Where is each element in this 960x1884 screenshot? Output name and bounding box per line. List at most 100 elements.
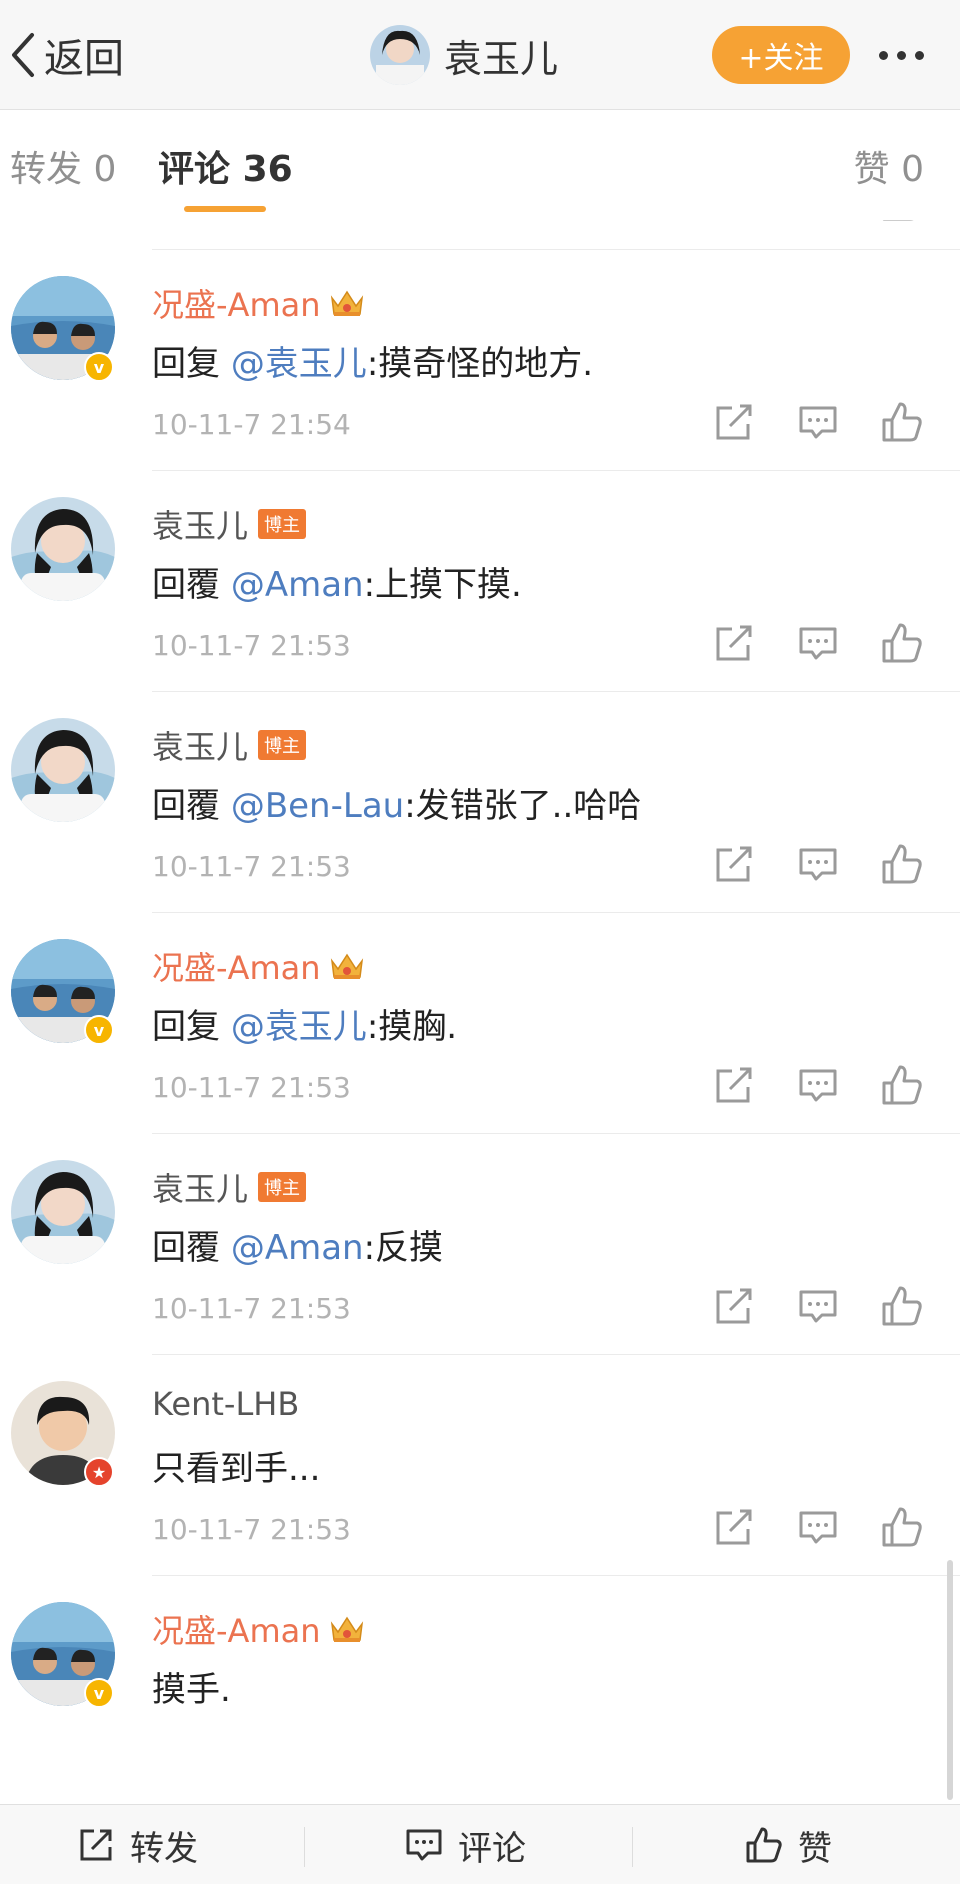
comment-item[interactable]: v 况盛-Aman 回复 @袁玉儿:摸胸. 10-11-7 21:53 — [0, 913, 960, 1134]
back-button[interactable]: 返回 — [6, 24, 124, 86]
reply-comment-button[interactable] — [796, 400, 840, 444]
comment-item[interactable]: 回覆 @Aman:假装不知道 ....奇怪的地方是哪?10-11-7 21:55 — [0, 220, 960, 250]
divider — [632, 1827, 633, 1867]
author-name: 袁玉儿 — [152, 507, 249, 545]
author-name: 况盛-Aman — [152, 949, 321, 987]
comment-author[interactable]: 况盛-Aman — [152, 280, 365, 326]
reply-comment-button[interactable] — [796, 621, 840, 665]
comment-timestamp: 10-11-7 21:53 — [152, 1292, 351, 1325]
like-comment-button[interactable] — [880, 400, 924, 444]
thumbs-up-icon — [880, 1065, 924, 1111]
share-comment-button[interactable] — [712, 400, 756, 444]
author-name: 况盛-Aman — [152, 1612, 321, 1650]
author-name: 况盛-Aman — [152, 286, 321, 324]
reply-prefix: 回覆 — [152, 1228, 231, 1268]
scrollbar[interactable] — [947, 1560, 953, 1800]
like-comment-button[interactable] — [880, 220, 924, 223]
thumbs-up-icon — [880, 1286, 924, 1332]
tab-comment[interactable]: 评论 36 — [158, 140, 293, 192]
tab-repost[interactable]: 转发 0 — [10, 140, 116, 192]
comment-item[interactable]: v 况盛-Aman 摸手. — [0, 1576, 960, 1797]
reply-prefix: 回覆 — [152, 786, 231, 826]
comment-author[interactable]: 袁玉儿 博主 — [152, 722, 307, 768]
mention-link[interactable]: @Aman — [231, 1228, 364, 1268]
comment-button[interactable]: 评论 — [404, 1805, 526, 1884]
more-dot-icon — [878, 50, 888, 60]
vip-crown-icon — [330, 290, 363, 316]
comment-body: 只看到手... — [152, 1449, 321, 1489]
comment-body: 摸手. — [152, 1670, 231, 1710]
like-button[interactable]: 赞 — [744, 1805, 832, 1884]
tab-comment-label: 评论 — [158, 149, 231, 190]
more-dot-icon — [914, 50, 924, 60]
share-comment-button[interactable] — [712, 842, 756, 886]
comment-author[interactable]: 袁玉儿 博主 — [152, 501, 307, 547]
comment-item[interactable]: 袁玉儿 博主 回覆 @Ben-Lau:发错张了..哈哈 10-11-7 21:53 — [0, 692, 960, 913]
thumbs-up-icon — [880, 623, 924, 669]
comment-label: 评论 — [458, 1828, 526, 1869]
tab-like[interactable]: 赞 0 — [854, 140, 924, 192]
profile-header[interactable]: 袁玉儿 — [370, 22, 558, 88]
avatar[interactable] — [11, 718, 115, 822]
mention-link[interactable]: @袁玉儿 — [231, 344, 367, 384]
bottom-action-bar: 转发 评论 赞 — [0, 1804, 960, 1884]
reply-comment-button[interactable] — [796, 220, 840, 223]
like-comment-button[interactable] — [880, 1063, 924, 1107]
reply-comment-button[interactable] — [796, 842, 840, 886]
comment-icon — [796, 1511, 840, 1553]
avatar[interactable] — [11, 1160, 115, 1264]
comment-body: :发错张了..哈哈 — [404, 786, 642, 826]
comment-author[interactable]: 况盛-Aman — [152, 1606, 365, 1652]
thumbs-up-icon — [880, 402, 924, 448]
comment-author[interactable]: 袁玉儿 博主 — [152, 1164, 307, 1210]
share-comment-button[interactable] — [712, 1284, 756, 1328]
reply-comment-button[interactable] — [796, 1505, 840, 1549]
share-comment-button[interactable] — [712, 220, 756, 223]
share-comment-button[interactable] — [712, 621, 756, 665]
like-comment-button[interactable] — [880, 842, 924, 886]
comment-text: 回覆 @Aman:反摸 — [152, 1220, 443, 1269]
comment-icon — [406, 1829, 442, 1861]
author-name: 袁玉儿 — [152, 728, 249, 766]
comment-icon — [796, 1069, 840, 1111]
vip-crown-icon — [330, 1616, 363, 1642]
reply-prefix: 回复 — [152, 1007, 231, 1047]
comment-icon — [796, 220, 840, 227]
comment-item[interactable]: 袁玉儿 博主 回覆 @Aman:上摸下摸. 10-11-7 21:53 — [0, 471, 960, 692]
reply-comment-button[interactable] — [796, 1284, 840, 1328]
comment-timestamp: 10-11-7 21:53 — [152, 629, 351, 662]
like-comment-button[interactable] — [880, 1505, 924, 1549]
repost-button[interactable]: 转发 — [76, 1805, 198, 1884]
comment-item[interactable]: v 况盛-Aman 回复 @袁玉儿:摸奇怪的地方. 10-11-7 21:54 — [0, 250, 960, 471]
verified-badge-icon: v — [84, 1015, 114, 1045]
member-badge-icon: ★ — [84, 1457, 114, 1487]
comment-author[interactable]: 况盛-Aman — [152, 943, 365, 989]
comment-item[interactable]: 袁玉儿 博主回覆 @Aman:反摸 10-11-7 21:53 — [0, 1134, 960, 1355]
comment-text: 只看到手... — [152, 1441, 320, 1490]
like-comment-button[interactable] — [880, 621, 924, 665]
author-name: 袁玉儿 — [152, 1170, 249, 1208]
share-comment-button[interactable] — [712, 1063, 756, 1107]
comment-body: :摸奇怪的地方. — [366, 344, 594, 384]
avatar[interactable] — [11, 497, 115, 601]
comment-author[interactable]: Kent-LHB — [152, 1385, 299, 1423]
follow-button[interactable]: +关注 — [712, 26, 850, 84]
like-label: 赞 — [798, 1828, 832, 1869]
like-comment-button[interactable] — [880, 1284, 924, 1328]
comment-list[interactable]: 回覆 @Aman:假装不知道 ....奇怪的地方是哪?10-11-7 21:55… — [0, 220, 960, 1804]
mention-link[interactable]: @Aman — [231, 565, 364, 605]
top-nav-bar: 返回 袁玉儿 +关注 — [0, 0, 960, 110]
mention-link[interactable]: @Ben-Lau — [231, 786, 404, 826]
more-options-button[interactable] — [866, 30, 936, 80]
host-tag-badge: 博主 — [258, 730, 307, 760]
comment-icon — [796, 1290, 840, 1332]
mention-link[interactable]: @袁玉儿 — [231, 1007, 367, 1047]
comment-timestamp: 10-11-7 21:53 — [152, 850, 351, 883]
reply-comment-button[interactable] — [796, 1063, 840, 1107]
host-tag-badge: 博主 — [258, 1172, 307, 1202]
comment-text: 回复 @袁玉儿:摸奇怪的地方. — [152, 336, 593, 385]
share-comment-button[interactable] — [712, 1505, 756, 1549]
share-icon — [80, 1829, 112, 1861]
comment-item[interactable]: ★ Kent-LHB 只看到手... 10-11-7 21:53 — [0, 1355, 960, 1576]
share-icon — [712, 1067, 756, 1111]
